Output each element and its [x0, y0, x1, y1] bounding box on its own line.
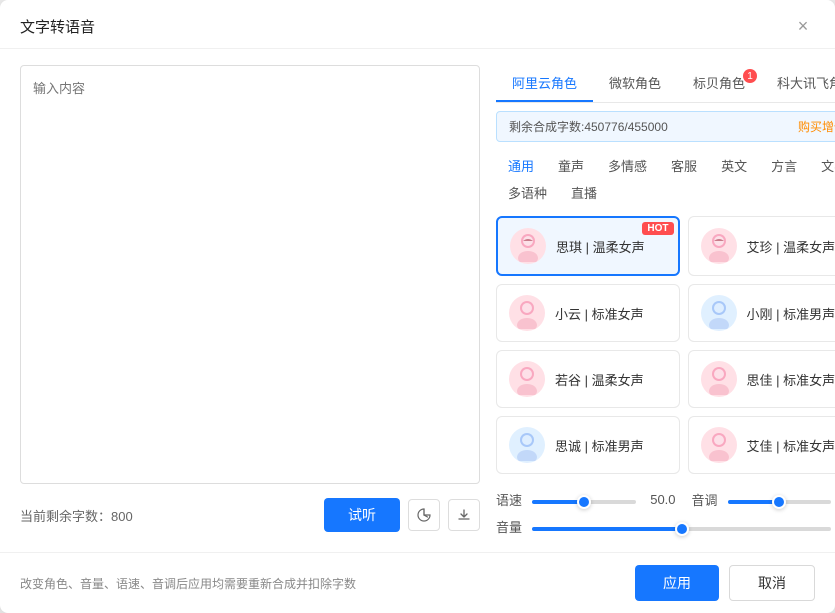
footer-actions: 应用 取消 — [635, 565, 815, 601]
buy-link[interactable]: 购买增值包 — [798, 118, 835, 135]
speed-slider-wrap — [532, 492, 636, 507]
pitch-slider-row: 音调 50.0 — [692, 490, 835, 509]
voice-name-ruogu: 若谷 | 温柔女声 — [555, 370, 644, 389]
provider-tabs: 阿里云角色 微软角色 标贝角色 1 科大讯飞角色 — [496, 65, 835, 103]
volume-slider-row: 音量 50.0 — [496, 517, 835, 536]
voice-avatar-ruogu — [509, 361, 545, 397]
voice-grid: 思琪 | 温柔女声 HOT 艾珍 | 温柔女声 HOT 小云 | 标准女声 — [496, 216, 835, 474]
cancel-button[interactable]: 取消 — [729, 565, 815, 601]
voice-card-aijia[interactable]: 艾佳 | 标准女声 — [688, 416, 835, 474]
pitch-label: 音调 — [692, 490, 720, 509]
voice-card-siqin[interactable]: 思琪 | 温柔女声 HOT — [496, 216, 680, 276]
voice-card-xiaogang[interactable]: 小刚 | 标准男声 — [688, 284, 835, 342]
left-panel: 当前剩余字数：800 试听 — [20, 65, 480, 536]
close-button[interactable]: × — [791, 14, 815, 38]
voice-name-aijia: 艾佳 | 标准女声 — [747, 436, 835, 455]
dialog-title: 文字转语音 — [20, 16, 95, 37]
voice-name-xiaoyun: 小云 | 标准女声 — [555, 304, 644, 323]
hot-badge-siqin: HOT — [642, 222, 673, 235]
voice-avatar-aizhen — [701, 228, 737, 264]
volume-label: 音量 — [496, 517, 524, 536]
voice-avatar-aijia — [701, 427, 737, 463]
provider-tab-microsoft[interactable]: 微软角色 — [593, 65, 677, 102]
right-panel: 阿里云角色 微软角色 标贝角色 1 科大讯飞角色 剩余合成字数:450776/4… — [496, 65, 835, 536]
voice-name-aizhen: 艾珍 | 温柔女声 — [747, 237, 835, 256]
voice-card-sicheng[interactable]: 思诚 | 标准男声 — [496, 416, 680, 474]
voice-avatar-sijia — [701, 361, 737, 397]
left-actions: 试听 — [324, 498, 480, 532]
provider-tab-biaobeiyun[interactable]: 标贝角色 1 — [677, 65, 761, 102]
char-count-label: 当前剩余字数：800 — [20, 506, 133, 525]
voice-card-aizhen[interactable]: 艾珍 | 温柔女声 HOT — [688, 216, 835, 276]
voice-card-sijia[interactable]: 思佳 | 标准女声 — [688, 350, 835, 408]
cat-tab-dialect[interactable]: 方言 — [759, 152, 809, 179]
dialog-body: 当前剩余字数：800 试听 — [0, 49, 835, 552]
download-button[interactable] — [448, 499, 480, 531]
pitch-slider[interactable] — [728, 500, 832, 504]
cat-tab-emotion[interactable]: 多情感 — [596, 152, 659, 179]
voice-avatar-siqin — [510, 228, 546, 264]
biaobeiyun-badge: 1 — [743, 69, 757, 83]
dialog-header: 文字转语音 × — [0, 0, 835, 49]
apply-button[interactable]: 应用 — [635, 565, 719, 601]
cat-tab-service[interactable]: 客服 — [659, 152, 709, 179]
pitch-slider-wrap — [728, 492, 832, 507]
cat-tab-literature[interactable]: 文学 — [809, 152, 835, 179]
info-text: 剩余合成字数:450776/455000 — [509, 118, 668, 135]
cat-tab-general[interactable]: 通用 — [496, 152, 546, 179]
voice-avatar-xiaogang — [701, 295, 737, 331]
voice-avatar-sicheng — [509, 427, 545, 463]
volume-slider-wrap — [532, 519, 831, 534]
provider-tab-aliyun[interactable]: 阿里云角色 — [496, 65, 593, 102]
dialog-footer: 改变角色、音量、语速、音调后应用均需要重新合成并扣除字数 应用 取消 — [0, 552, 835, 613]
info-bar: 剩余合成字数:450776/455000 购买增值包 — [496, 111, 835, 142]
text-input[interactable] — [20, 65, 480, 484]
cat-tab-live[interactable]: 直播 — [559, 179, 609, 206]
preview-button[interactable]: 试听 — [324, 498, 400, 532]
footer-hint: 改变角色、音量、语速、音调后应用均需要重新合成并扣除字数 — [20, 575, 356, 592]
cat-tab-english[interactable]: 英文 — [709, 152, 759, 179]
voice-name-siqin: 思琪 | 温柔女声 — [556, 237, 645, 256]
left-bottom-bar: 当前剩余字数：800 试听 — [20, 494, 480, 536]
dialog: 文字转语音 × 当前剩余字数：800 试听 — [0, 0, 835, 613]
voice-avatar-xiaoyun — [509, 295, 545, 331]
speed-slider-row: 语速 50.0 — [496, 490, 676, 509]
voice-name-sicheng: 思诚 | 标准男声 — [555, 436, 644, 455]
voice-name-xiaogang: 小刚 | 标准男声 — [747, 304, 835, 323]
voice-card-ruogu[interactable]: 若谷 | 温柔女声 — [496, 350, 680, 408]
provider-tab-xunfei[interactable]: 科大讯飞角色 — [761, 65, 835, 102]
category-tabs: 通用 童声 多情感 客服 英文 方言 文学 多语种 直播 — [496, 152, 835, 206]
speed-slider[interactable] — [532, 500, 636, 504]
sliders-section: 语速 50.0 音调 50.0 音量 — [496, 490, 835, 536]
volume-slider[interactable] — [532, 527, 831, 531]
speed-value: 50.0 — [644, 492, 676, 507]
cat-tab-multilingual[interactable]: 多语种 — [496, 179, 559, 206]
speed-label: 语速 — [496, 490, 524, 509]
cat-tab-child[interactable]: 童声 — [546, 152, 596, 179]
voice-name-sijia: 思佳 | 标准女声 — [747, 370, 835, 389]
history-button[interactable] — [408, 499, 440, 531]
voice-card-xiaoyun[interactable]: 小云 | 标准女声 — [496, 284, 680, 342]
